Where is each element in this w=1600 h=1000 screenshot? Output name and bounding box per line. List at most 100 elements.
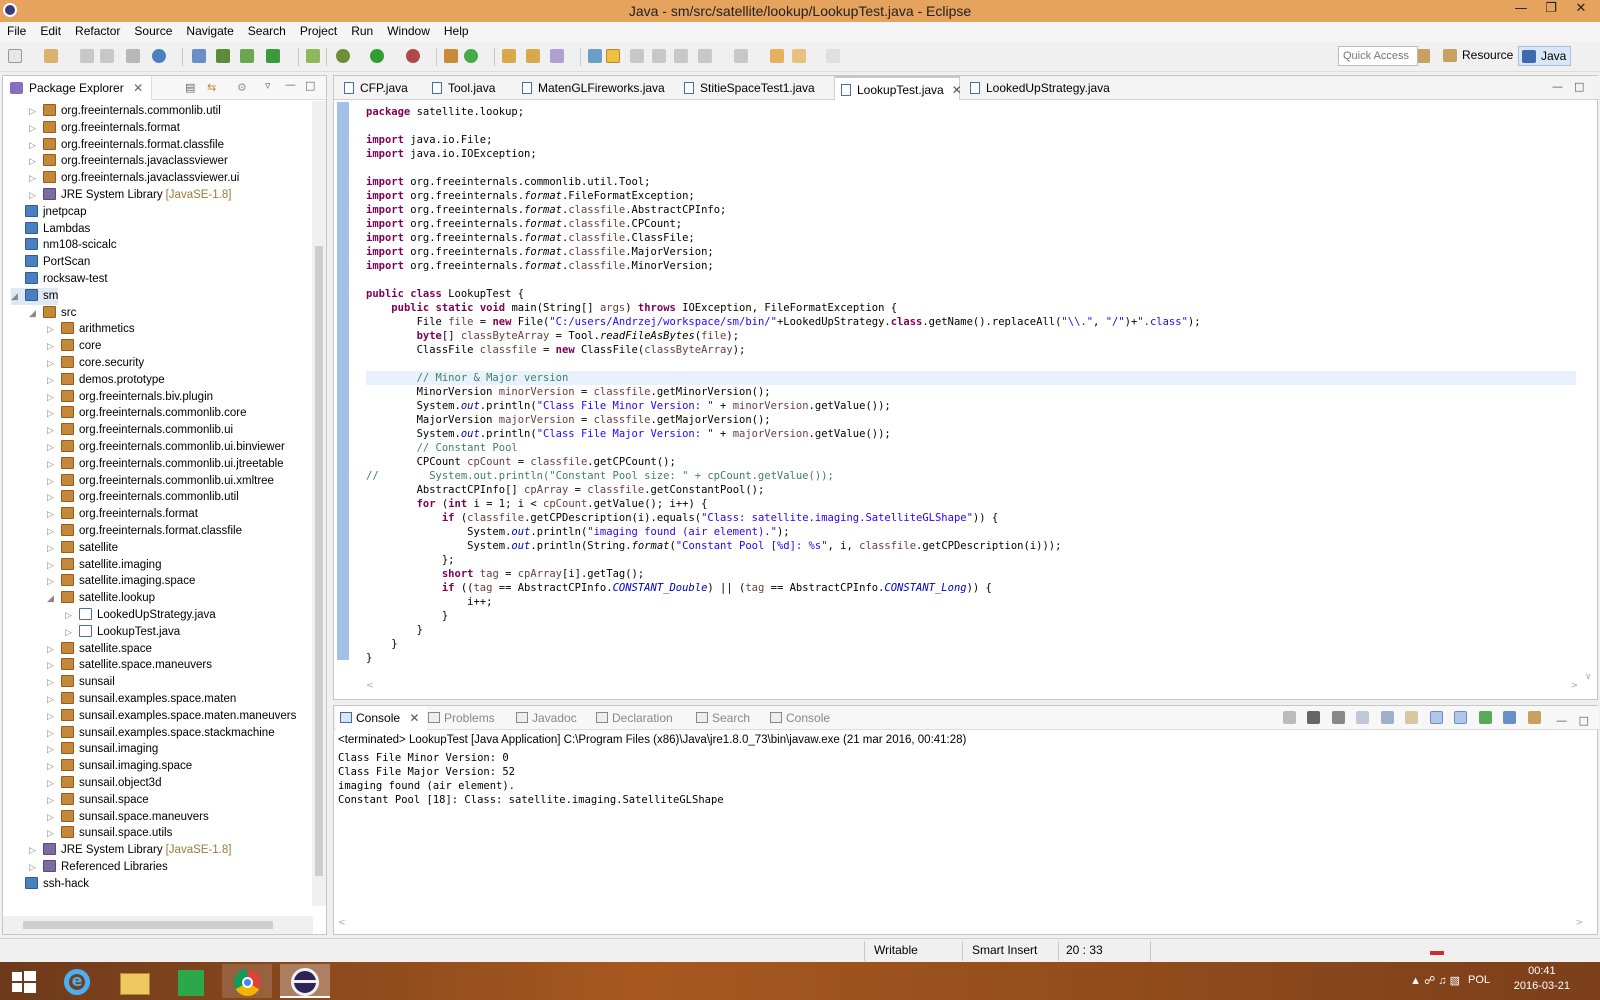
editor-vertical-scrollbar[interactable]: ∨ — [1583, 102, 1595, 682]
tree-item[interactable]: ▷ org.freeinternals.format — [47, 506, 198, 523]
tree-item[interactable]: PortScan — [11, 254, 90, 271]
code-line[interactable]: package satellite.lookup; — [366, 105, 1576, 119]
menu-refactor[interactable]: Refactor — [68, 22, 127, 41]
close-icon[interactable]: ✕ — [409, 711, 419, 725]
code-line[interactable]: for (int i = 1; i < cpCount.getValue(); … — [366, 497, 1576, 511]
tab-matenglfireworks[interactable]: MatenGLFireworks.java — [516, 76, 665, 100]
chevron-right-icon[interactable]: ▷ — [47, 825, 61, 842]
chevron-right-icon[interactable]: ▷ — [47, 338, 61, 355]
clock[interactable]: 00:41 2016-03-21 — [1514, 964, 1570, 994]
tree-item[interactable]: ▷ sunsail.space.maneuvers — [47, 809, 209, 826]
tree-item[interactable]: ▷ org.freeinternals.commonlib.ui.xmltree — [47, 473, 274, 490]
tab-console-2[interactable]: Console — [766, 706, 830, 730]
chevron-right-icon[interactable]: ▷ — [47, 506, 61, 523]
code-line[interactable]: MinorVersion minorVersion = classfile.ge… — [366, 385, 1576, 399]
tree-item[interactable]: ▷ sunsail.imaging.space — [47, 758, 192, 775]
tree-item[interactable]: jnetpcap — [11, 204, 86, 221]
code-line[interactable]: System.out.println(String.format("Consta… — [366, 539, 1576, 553]
open-task-icon[interactable] — [526, 49, 540, 63]
code-line[interactable]: CPCount cpCount = classfile.getCPCount()… — [366, 455, 1576, 469]
chevron-down-icon[interactable]: ◢ — [11, 288, 25, 305]
chevron-right-icon[interactable]: ▷ — [47, 725, 61, 742]
last-edit-location-icon[interactable] — [770, 49, 784, 63]
code-line[interactable]: }; — [366, 553, 1576, 567]
tree-item[interactable]: ▷ sunsail — [47, 674, 115, 691]
filter-icon[interactable]: ⚙ — [237, 81, 247, 94]
menu-source[interactable]: Source — [127, 22, 179, 41]
code-line[interactable]: } — [366, 637, 1576, 651]
chevron-right-icon[interactable]: ▷ — [47, 405, 61, 422]
minimize-button[interactable]: — — [1506, 0, 1536, 20]
word-wrap-icon[interactable] — [630, 49, 644, 63]
save-all-icon[interactable] — [100, 49, 114, 63]
quick-access-input[interactable]: Quick Access — [1338, 46, 1418, 66]
chevron-right-icon[interactable]: ▷ — [47, 657, 61, 674]
tab-tool[interactable]: Tool.java — [426, 76, 495, 100]
tree-item[interactable]: ▷ satellite.space — [47, 641, 152, 658]
run-icon[interactable] — [370, 49, 384, 63]
tree-item[interactable]: ▷ sunsail.examples.space.maten.maneuvers — [47, 708, 296, 725]
tree-item[interactable]: ▷ sunsail.examples.space.stackmachine — [47, 725, 275, 742]
chevron-right-icon[interactable]: ▷ — [47, 775, 61, 792]
block-selection-icon[interactable] — [652, 49, 666, 63]
show-whitespace-icon[interactable] — [674, 49, 688, 63]
chevron-down-icon[interactable]: ◢ — [29, 305, 43, 322]
chevron-right-icon[interactable]: ▷ — [47, 523, 61, 540]
code-line[interactable]: import java.io.File;⊖ — [366, 133, 1576, 147]
tree-item[interactable]: ▷ satellite.imaging — [47, 557, 161, 574]
next-annotation-icon[interactable] — [698, 49, 712, 63]
highlight-icon[interactable] — [606, 49, 620, 63]
eclipse-taskbar-icon[interactable] — [280, 964, 330, 998]
console-vertical-scrollbar[interactable] — [1583, 750, 1595, 910]
tree-item[interactable]: ▷ org.freeinternals.javaclassviewer — [29, 153, 228, 170]
package-explorer-tab[interactable]: Package Explorer ✕ — [3, 76, 153, 100]
tree-item[interactable]: rocksaw-test — [11, 271, 108, 288]
tree-item[interactable]: ▷ Referenced Libraries — [29, 859, 168, 876]
restore-button[interactable]: ❐ — [1536, 0, 1566, 20]
task-icon[interactable] — [266, 49, 280, 63]
save-icon[interactable] — [80, 49, 94, 63]
previous-annotation-icon[interactable] — [734, 49, 748, 63]
run-external-tools-icon[interactable] — [406, 49, 420, 63]
tree-item[interactable]: ◢ sm — [11, 287, 59, 305]
tree-item[interactable]: ▷ org.freeinternals.javaclassviewer.ui — [29, 170, 239, 187]
menu-search[interactable]: Search — [241, 22, 293, 41]
maximize-icon[interactable]: □ — [1579, 714, 1589, 727]
tab-lookedupstrategy[interactable]: LookedUpStrategy.java — [964, 76, 1110, 100]
chevron-right-icon[interactable]: ▷ — [29, 103, 43, 120]
tab-problems[interactable]: Problems — [424, 706, 495, 730]
chevron-right-icon[interactable]: ▷ — [65, 607, 79, 624]
tree-item[interactable]: ▷ LookedUpStrategy.java — [65, 607, 216, 624]
show-console-stdout-icon[interactable] — [1429, 711, 1443, 724]
tree-item[interactable]: ▷ satellite.imaging.space — [47, 573, 195, 590]
chevron-right-icon[interactable]: ▷ — [65, 624, 79, 641]
tree-item[interactable]: ▷ JRE System Library [JavaSE-1.8] — [29, 842, 231, 859]
tree-item[interactable]: ▷ core.security — [47, 355, 144, 372]
chevron-right-icon[interactable]: ▷ — [47, 557, 61, 574]
console-horizontal-scrollbar[interactable]: < > — [338, 918, 1583, 930]
open-type-icon[interactable] — [502, 49, 516, 63]
menu-navigate[interactable]: Navigate — [179, 22, 240, 41]
editor-horizontal-scrollbar[interactable]: < > — [352, 681, 1582, 695]
import-icon[interactable] — [216, 49, 230, 63]
tree-item[interactable]: ▷ JRE System Library [JavaSE-1.8] — [29, 187, 231, 204]
minimize-icon[interactable]: — — [1552, 80, 1563, 93]
remove-all-launches-icon[interactable] — [1331, 711, 1345, 724]
menu-run[interactable]: Run — [344, 22, 380, 41]
tree-item[interactable]: ▷ org.freeinternals.format.classfile — [47, 523, 242, 540]
chevron-right-icon[interactable]: ▷ — [47, 489, 61, 506]
tab-lookuptest[interactable]: LookupTest.java ✕ — [834, 76, 962, 100]
tree-item[interactable]: ▷ org.freeinternals.commonlib.ui.jtreetab… — [47, 456, 284, 473]
display-selected-console-icon[interactable] — [1503, 711, 1517, 724]
clear-console-icon[interactable] — [1356, 711, 1370, 724]
menu-project[interactable]: Project — [293, 22, 344, 41]
code-line[interactable]: public static void main(String[] args) t… — [366, 301, 1576, 315]
code-line[interactable]: System.out.println("Class File Major Ver… — [366, 427, 1576, 441]
chevron-right-icon[interactable]: ▷ — [47, 389, 61, 406]
debug-icon[interactable] — [336, 49, 350, 63]
tree-item[interactable]: ▷ satellite.space.maneuvers — [47, 657, 212, 674]
code-line[interactable]: File file = new File("C:/users/Andrzej/w… — [366, 315, 1576, 329]
view-menu-icon[interactable]: ▿ — [265, 79, 271, 92]
menu-help[interactable]: Help — [437, 22, 476, 41]
code-line[interactable]: import java.io.IOException; — [366, 147, 1576, 161]
